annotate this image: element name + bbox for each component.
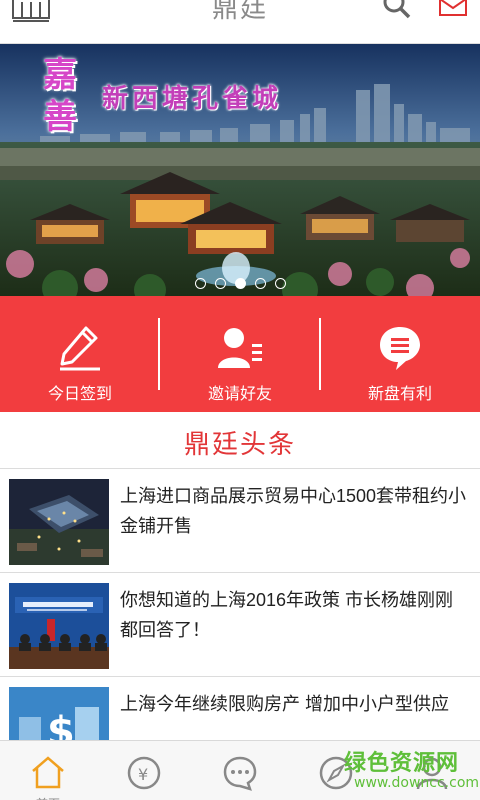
invite-friends-label: 邀请好友 [207,386,272,403]
carousel-dot[interactable] [194,278,206,289]
news-item[interactable]: 上海进口商品展示贸易中心1500套带租约小金铺开售 [0,468,480,572]
news-thumbnail [9,479,109,565]
news-item[interactable]: 你想知道的上海2016年政策 市长杨雄刚刚都回答了！ [0,572,480,676]
night-aerial-image [9,479,109,565]
nav-home[interactable]: 首页 [0,741,96,800]
carousel-dot[interactable] [274,278,286,289]
watermark: 绿色资源网 www.downcc.com [340,745,480,800]
carousel-dot[interactable] [254,278,266,289]
action-divider [158,318,160,390]
home-icon [32,756,64,789]
mail-icon[interactable] [438,0,468,18]
invite-contact-icon [218,328,262,368]
money-bag-icon: ¥ [127,756,161,790]
carousel-indicator [0,278,480,289]
action-divider [319,318,321,390]
quick-actions-bar: 今日签到 邀请好友 新盘有利 [0,296,480,412]
news-headline: 你想知道的上海2016年政策 市长杨雄刚刚都回答了！ [120,590,454,640]
search-icon[interactable] [382,0,412,22]
banner-brand: 嘉善 [43,55,77,137]
watermark-url: www.downcc.com [354,775,480,791]
nav-home-label: 首页 [0,795,96,800]
app-header: 鼎廷 [0,0,480,44]
banner-slogan: 新西塘孔雀城 [102,84,283,114]
news-headline: 上海今年继续限购房产 增加中小户型供应 [120,694,449,714]
nav-finance[interactable]: ¥ [96,741,192,800]
svg-text:¥: ¥ [138,765,148,784]
invite-friends-button[interactable]: 邀请好友 [160,296,320,412]
section-title: 鼎廷头条 [183,429,296,459]
chat-icon [223,756,257,791]
news-headline: 上海进口商品展示贸易中心1500套带租约小金铺开售 [120,486,467,536]
press-conference-image [9,583,109,669]
watermark-text: 绿色资源网 [344,750,460,775]
news-thumbnail [9,583,109,669]
carousel-dot[interactable] [214,278,226,289]
pencil-icon [60,326,100,371]
new-listing-button[interactable]: 新盘有利 [320,296,480,412]
nav-messages[interactable] [192,741,288,800]
new-listing-label: 新盘有利 [367,386,432,403]
checkin-button[interactable]: 今日签到 [0,296,160,412]
banner-carousel[interactable]: 嘉善 新西塘孔雀城 [0,44,480,296]
chat-bubble-icon [380,327,420,370]
carousel-dot-active[interactable] [234,278,246,289]
checkin-label: 今日签到 [47,386,112,403]
